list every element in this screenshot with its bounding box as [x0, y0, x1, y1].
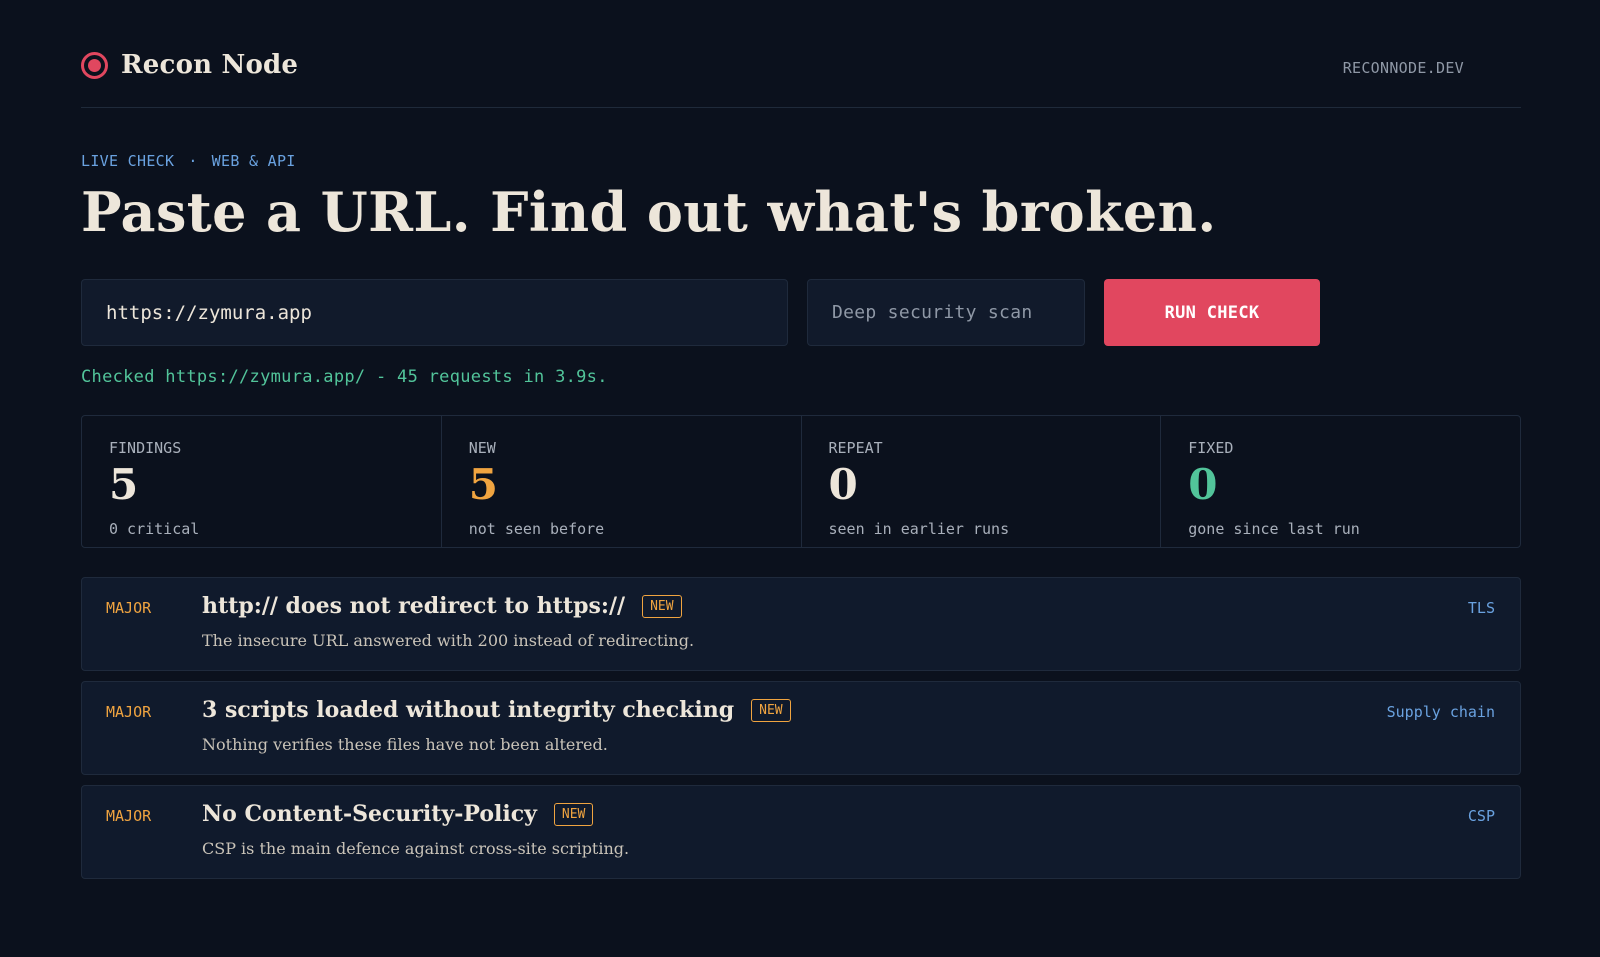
eyebrow-mode: LIVE CHECK: [81, 152, 175, 170]
run-check-button[interactable]: RUN CHECK: [1104, 279, 1320, 346]
stat-label: REPEAT: [828, 439, 883, 457]
eyebrow-separator: ·: [188, 152, 198, 170]
brand-name: Recon Node: [121, 50, 299, 80]
new-badge: NEW: [751, 698, 791, 722]
eyebrow: LIVE CHECK · WEB & API: [81, 152, 296, 170]
new-badge: NEW: [553, 802, 594, 826]
stats-panel: FINDINGS 5 0 critical NEW 5 not seen bef…: [81, 415, 1521, 548]
finding-item[interactable]: MAJOR 3 scripts loaded without integrity…: [81, 681, 1521, 775]
stat-note: not seen before: [468, 520, 605, 538]
finding-title-row: No Content-Security-Policy NEW: [202, 801, 594, 827]
stat-value: 0: [828, 460, 858, 509]
stat-label: NEW: [468, 439, 496, 457]
stat-label: FINDINGS: [109, 439, 182, 457]
new-badge: NEW: [642, 594, 682, 618]
stat-value: 0: [1188, 460, 1218, 509]
finding-item[interactable]: MAJOR http:// does not redirect to https…: [81, 577, 1521, 671]
stat-note: seen in earlier runs: [828, 520, 1010, 538]
finding-category[interactable]: CSP: [1468, 807, 1495, 825]
findings-list: MAJOR http:// does not redirect to https…: [81, 577, 1521, 879]
stat-note: gone since last run: [1188, 520, 1360, 538]
finding-category[interactable]: Supply chain: [1387, 703, 1495, 721]
page-title: Paste a URL. Find out what's broken.: [81, 180, 1217, 244]
finding-title-row: http:// does not redirect to https:// NE…: [202, 593, 682, 619]
finding-description: CSP is the main defence against cross-si…: [202, 839, 630, 858]
stat-label: FIXED: [1188, 439, 1234, 457]
stat-fixed: FIXED 0 gone since last run: [1161, 416, 1520, 547]
domain-link[interactable]: RECONNODE.DEV: [1343, 59, 1464, 77]
severity-label: MAJOR: [106, 703, 152, 721]
finding-title: http:// does not redirect to https://: [202, 593, 626, 619]
stat-new: NEW 5 not seen before: [442, 416, 802, 547]
stat-value: 5: [109, 460, 139, 509]
severity-label: MAJOR: [106, 807, 152, 825]
finding-description: Nothing verifies these files have not be…: [202, 735, 608, 754]
finding-item[interactable]: MAJOR No Content-Security-Policy NEW CSP…: [81, 785, 1521, 879]
eyebrow-scope: WEB & API: [211, 152, 296, 170]
stat-note: 0 critical: [109, 520, 200, 538]
stat-value: 5: [468, 460, 498, 509]
stat-findings: FINDINGS 5 0 critical: [82, 416, 442, 547]
check-form: Deep security scan RUN CHECK: [81, 279, 1320, 346]
brand-logo[interactable]: Recon Node: [81, 50, 298, 80]
scan-mode-select[interactable]: Deep security scan: [807, 279, 1085, 346]
severity-label: MAJOR: [106, 599, 152, 617]
finding-title: 3 scripts loaded without integrity check…: [202, 697, 735, 723]
page: Recon Node RECONNODE.DEV LIVE CHECK · WE…: [81, 0, 1521, 879]
finding-title-row: 3 scripts loaded without integrity check…: [202, 697, 791, 723]
stat-repeat: REPEAT 0 seen in earlier runs: [802, 416, 1162, 547]
target-icon: [81, 51, 108, 79]
status-message: Checked https://zymura.app/ - 45 request…: [81, 367, 608, 387]
finding-category[interactable]: TLS: [1468, 599, 1495, 617]
finding-title: No Content-Security-Policy: [202, 801, 537, 827]
finding-description: The insecure URL answered with 200 inste…: [202, 631, 695, 650]
url-input[interactable]: [81, 279, 788, 346]
site-header: Recon Node RECONNODE.DEV: [81, 0, 1521, 108]
